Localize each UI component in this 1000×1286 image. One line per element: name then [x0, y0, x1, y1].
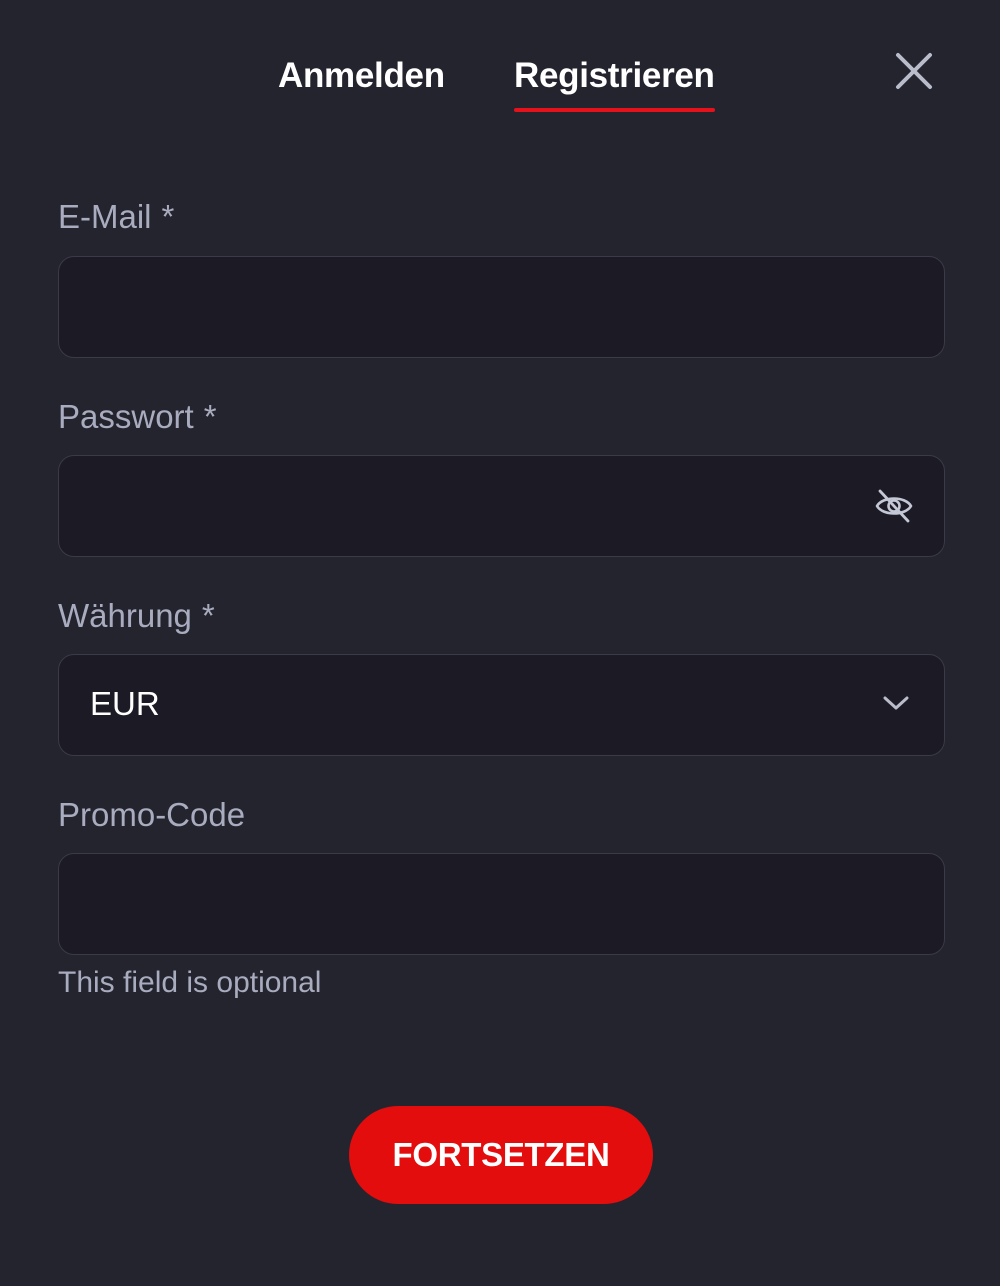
currency-select[interactable]: EUR	[58, 654, 945, 756]
required-mark: *	[203, 398, 217, 435]
promo-label: Promo-Code	[58, 796, 245, 834]
promo-field-box	[58, 853, 945, 955]
promo-helper-text: This field is optional	[58, 966, 322, 999]
password-field[interactable]	[59, 456, 944, 556]
registration-modal: Anmelden Registrieren E-Mail * Passwort * …	[0, 0, 1000, 1286]
promo-code-field[interactable]	[59, 854, 944, 954]
email-field-box	[58, 256, 945, 358]
eye-off-icon[interactable]	[874, 486, 914, 526]
chevron-down-icon	[883, 696, 909, 710]
currency-label: Währung *	[58, 597, 215, 635]
password-label-text: Passwort	[58, 398, 194, 435]
close-icon	[896, 53, 932, 89]
required-mark: *	[201, 597, 215, 634]
email-field[interactable]	[59, 257, 944, 357]
password-label: Passwort *	[58, 398, 217, 436]
tab-login[interactable]: Anmelden	[278, 56, 445, 96]
currency-label-text: Währung	[58, 597, 192, 634]
continue-button[interactable]: FORTSETZEN	[349, 1106, 653, 1204]
currency-selected-value: EUR	[90, 685, 160, 722]
email-label-text: E-Mail	[58, 198, 152, 235]
required-mark: *	[161, 198, 175, 235]
tab-register[interactable]: Registrieren	[514, 56, 715, 112]
promo-label-text: Promo-Code	[58, 796, 246, 833]
close-button[interactable]	[893, 50, 935, 92]
email-label: E-Mail *	[58, 198, 174, 236]
auth-tabs: Anmelden Registrieren	[0, 48, 1000, 118]
password-field-box	[58, 455, 945, 557]
